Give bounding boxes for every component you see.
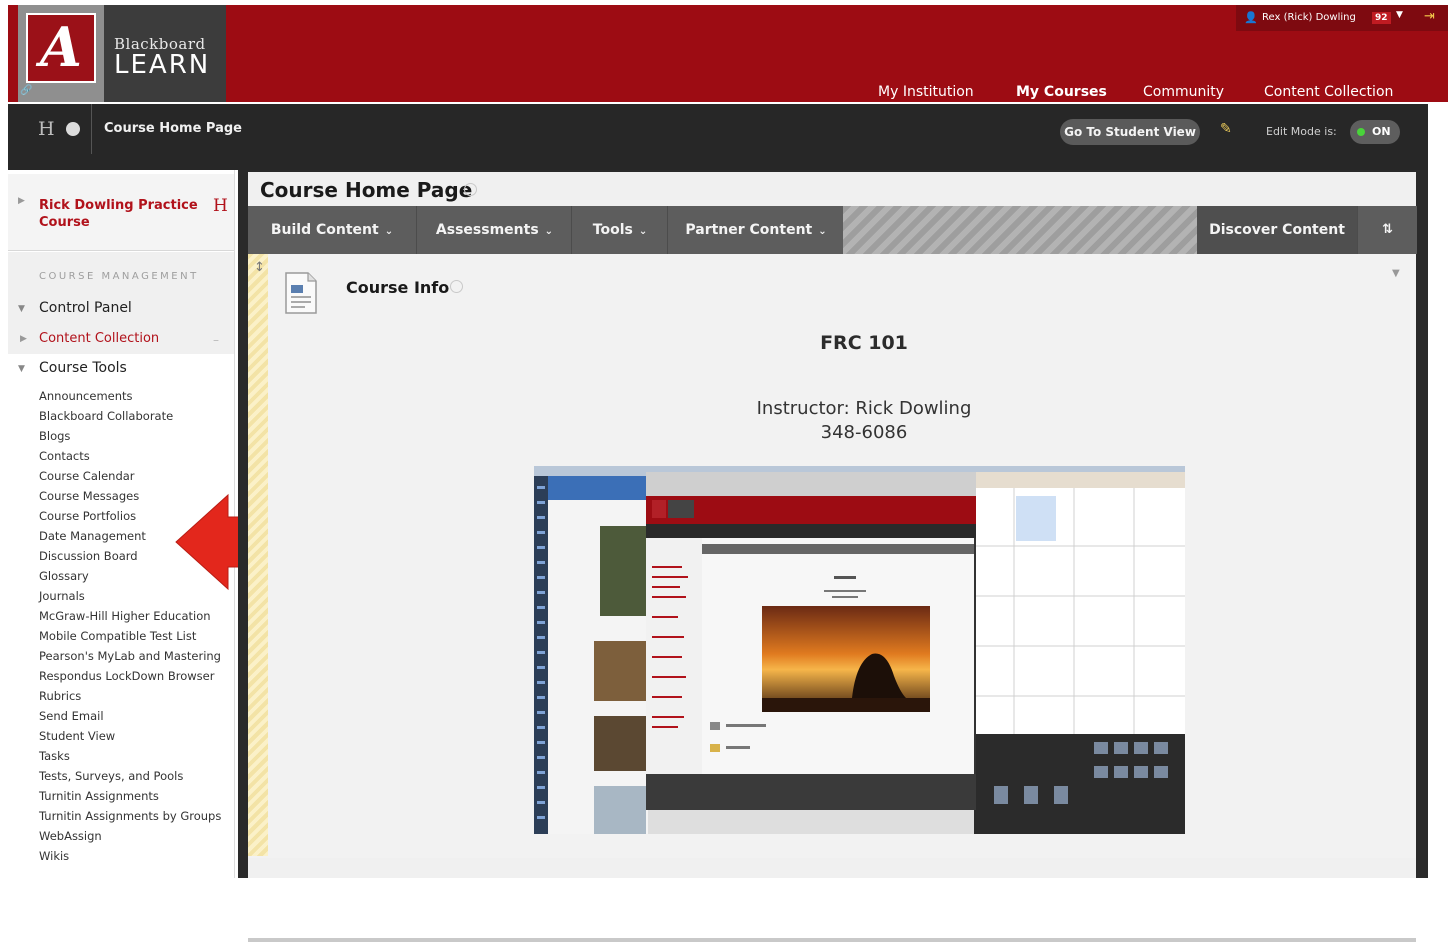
top-header: A 🔗 Blackboard LEARN 👤 Rex (Rick) Dowlin… bbox=[8, 5, 1448, 102]
chevron-down-icon[interactable]: ▼ bbox=[1396, 10, 1403, 20]
chevron-down-icon[interactable]: ▼ bbox=[1392, 268, 1400, 279]
chevron-down-icon: ⌄ bbox=[544, 226, 554, 237]
course-title-box: ▶ Rick Dowling Practice Course H bbox=[8, 174, 234, 251]
tool-link[interactable]: WebAssign bbox=[39, 826, 234, 846]
course-menu-toggle[interactable]: H bbox=[8, 104, 92, 154]
course-tools-heading[interactable]: Course Tools bbox=[39, 360, 127, 376]
university-logo[interactable]: A 🔗 bbox=[18, 5, 104, 102]
assessments-button[interactable]: Assessments ⌄ bbox=[416, 206, 572, 254]
edit-mode-toggle[interactable]: ON bbox=[1350, 120, 1400, 144]
tool-link[interactable]: Course Calendar bbox=[39, 466, 234, 486]
course-management-heading: COURSE MANAGEMENT bbox=[39, 271, 199, 282]
tool-link[interactable]: Wikis bbox=[39, 846, 234, 866]
user-name[interactable]: Rex (Rick) Dowling bbox=[1262, 12, 1356, 23]
chevron-down-icon: ⌄ bbox=[818, 226, 827, 237]
breadcrumb-bar: H Course Home Page Go To Student View ✎ … bbox=[8, 104, 1428, 170]
course-menu-icon[interactable]: H bbox=[213, 196, 228, 216]
item-divider bbox=[248, 938, 1416, 942]
page-options-icon[interactable] bbox=[464, 183, 477, 196]
tools-label: Tools bbox=[592, 222, 633, 238]
tool-link[interactable]: Contacts bbox=[39, 446, 234, 466]
item-options-icon[interactable] bbox=[450, 280, 463, 293]
tool-link[interactable]: Send Email bbox=[39, 706, 234, 726]
student-view-button[interactable]: Go To Student View bbox=[1060, 119, 1200, 145]
action-bar: Build Content ⌄ Assessments ⌄ Tools ⌄ Partn… bbox=[248, 206, 1417, 254]
tool-link[interactable]: Pearson's MyLab and Mastering bbox=[39, 646, 234, 666]
edit-mode-label: Edit Mode is: bbox=[1266, 125, 1337, 138]
embedded-screenshot-image bbox=[534, 466, 1185, 834]
logout-icon[interactable]: ⇥ bbox=[1424, 9, 1435, 24]
instructor-name: Instructor: Rick Dowling bbox=[756, 398, 972, 419]
tool-link[interactable]: Respondus LockDown Browser bbox=[39, 666, 234, 686]
action-bar-spacer bbox=[843, 206, 1197, 254]
menu-toggle-dot-icon bbox=[66, 122, 80, 136]
drag-arrows-icon: ↕ bbox=[254, 260, 265, 275]
sort-icon[interactable]: ⇅ bbox=[1357, 206, 1417, 254]
options-icon[interactable]: – bbox=[213, 333, 219, 347]
tab-my-institution[interactable]: My Institution bbox=[878, 84, 974, 100]
user-icon: 👤 bbox=[1244, 11, 1258, 24]
tool-link[interactable]: Blogs bbox=[39, 426, 234, 446]
chevron-down-icon[interactable]: ▼ bbox=[18, 364, 25, 374]
course-title[interactable]: Rick Dowling Practice Course bbox=[39, 197, 199, 231]
tool-link[interactable]: Mobile Compatible Test List bbox=[39, 626, 234, 646]
assessments-label: Assessments bbox=[435, 222, 539, 238]
course-management-box: COURSE MANAGEMENT ▼ Control Panel ▶ Cont… bbox=[8, 252, 234, 354]
product-bottom-word: LEARN bbox=[114, 50, 211, 80]
edit-mode-value: ON bbox=[1372, 125, 1391, 138]
status-dot-icon bbox=[1357, 128, 1365, 136]
breadcrumb[interactable]: Course Home Page bbox=[104, 121, 242, 136]
build-content-button[interactable]: Build Content ⌄ bbox=[248, 206, 416, 254]
item-title[interactable]: Course Info bbox=[346, 278, 449, 297]
chevron-down-icon[interactable]: ▼ bbox=[18, 304, 25, 314]
blackboard-learn-logo[interactable]: Blackboard LEARN bbox=[104, 5, 226, 102]
tab-my-courses[interactable]: My Courses bbox=[1016, 84, 1107, 100]
tool-link[interactable]: McGraw-Hill Higher Education bbox=[39, 606, 234, 626]
tool-link[interactable]: Tests, Surveys, and Pools bbox=[39, 766, 234, 786]
menu-toggle-icon: H bbox=[38, 118, 55, 140]
discover-content-button[interactable]: Discover Content bbox=[1197, 206, 1357, 254]
tool-link[interactable]: Turnitin Assignments bbox=[39, 786, 234, 806]
page-title: Course Home Page bbox=[260, 178, 473, 202]
control-panel-link[interactable]: Control Panel bbox=[39, 300, 132, 316]
user-area[interactable]: 👤 Rex (Rick) Dowling 92 ▼ ⇥ bbox=[1236, 5, 1448, 31]
pencil-icon[interactable]: ✎ bbox=[1220, 121, 1232, 137]
chevron-right-icon[interactable]: ▶ bbox=[18, 196, 25, 206]
tool-link[interactable]: Rubrics bbox=[39, 686, 234, 706]
chevron-right-icon[interactable]: ▶ bbox=[20, 334, 27, 344]
notification-badge[interactable]: 92 bbox=[1372, 12, 1391, 24]
chevron-down-icon: ⌄ bbox=[638, 226, 648, 237]
chevron-down-icon: ⌄ bbox=[384, 226, 394, 237]
instructor-phone: 348-6086 bbox=[820, 422, 908, 443]
tool-link[interactable]: Blackboard Collaborate bbox=[39, 406, 234, 426]
document-icon bbox=[285, 272, 317, 314]
partner-content-button[interactable]: Partner Content ⌄ bbox=[667, 206, 844, 254]
course-tools-list: Announcements Blackboard Collaborate Blo… bbox=[39, 386, 234, 866]
tools-button[interactable]: Tools ⌄ bbox=[571, 206, 668, 254]
build-content-label: Build Content bbox=[270, 222, 379, 238]
tool-link[interactable]: Turnitin Assignments by Groups bbox=[39, 806, 234, 826]
tool-link[interactable]: Announcements bbox=[39, 386, 234, 406]
link-icon: 🔗 bbox=[20, 85, 33, 96]
tool-link[interactable]: Student View bbox=[39, 726, 234, 746]
logo-letter: A bbox=[26, 13, 96, 83]
partner-content-label: Partner Content bbox=[685, 222, 813, 238]
tool-link[interactable]: Tasks bbox=[39, 746, 234, 766]
tab-community[interactable]: Community bbox=[1143, 84, 1224, 100]
course-code: FRC 101 bbox=[820, 332, 908, 354]
tab-content-collection[interactable]: Content Collection bbox=[1264, 84, 1393, 100]
content-collection-link[interactable]: Content Collection bbox=[39, 331, 159, 346]
